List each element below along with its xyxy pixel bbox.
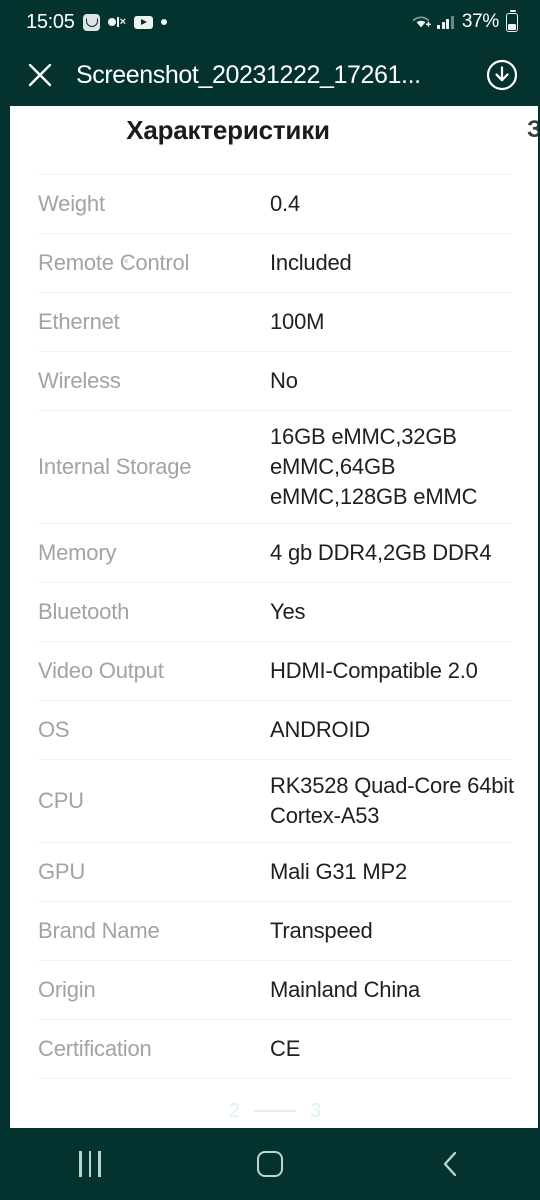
spec-label: Video Output	[38, 657, 164, 683]
spec-value: Included	[270, 250, 352, 276]
system-navigation-bar	[0, 1128, 540, 1200]
specifications-table: Weight 0.4 Remote Control Included Ether…	[10, 174, 538, 1078]
spec-label: Ethernet	[38, 309, 120, 335]
table-row: Remote Control Included	[38, 233, 512, 292]
spec-value: RK3528 Quad-Core 64bit Cortex-A53	[270, 772, 514, 828]
spec-label: Wireless	[38, 368, 121, 394]
table-row: Origin Mainland China	[38, 959, 512, 1019]
spec-value: CE	[270, 1035, 301, 1061]
table-row: GPU Mali G31 MP2	[38, 841, 512, 901]
spec-value: 0.4	[270, 191, 300, 217]
status-bar-left: 15:05 ×	[26, 11, 167, 34]
kakaotalk-mute-icon: ×	[107, 16, 126, 28]
pagination: 2 3	[38, 1077, 512, 1128]
page-title: Характеристики	[126, 115, 330, 145]
image-viewport[interactable]: Характеристики З Weight 0.4 Remote Contr…	[0, 106, 540, 1128]
spec-label: Certification	[38, 1035, 152, 1061]
spec-value: Mali G31 MP2	[270, 858, 407, 884]
pagination-divider	[254, 1110, 296, 1113]
spec-label: Brand Name	[38, 917, 160, 943]
clipped-edge-glyph: З	[526, 116, 538, 143]
recents-button[interactable]	[0, 1128, 180, 1200]
table-row: Weight 0.4	[38, 174, 512, 233]
spec-label: GPU	[38, 858, 86, 884]
pagination-next-page[interactable]: 3	[310, 1101, 321, 1121]
recents-icon	[79, 1151, 101, 1177]
wifi-icon	[411, 14, 432, 30]
messages-icon	[82, 13, 100, 31]
spec-value: No	[270, 368, 298, 394]
spec-label: CPU	[38, 787, 84, 813]
back-button[interactable]	[360, 1128, 540, 1200]
spec-label: OS	[38, 716, 70, 742]
status-bar-right: 37%	[411, 9, 518, 33]
spec-value: ANDROID	[270, 716, 371, 742]
table-row: Ethernet 100M	[38, 292, 512, 351]
table-row: Brand Name Transpeed	[38, 900, 512, 960]
spec-value: HDMI-Compatible 2.0	[270, 657, 478, 683]
close-button[interactable]	[20, 55, 60, 95]
spec-value: 4 gb DDR4,2GB DDR4	[270, 539, 492, 565]
spec-value: 16GB eMMC,32GB eMMC,64GB eMMC,128GB eMMC	[270, 424, 478, 509]
download-circle-icon	[485, 58, 519, 92]
spec-label: Memory	[38, 539, 117, 565]
youtube-icon	[134, 15, 153, 29]
spec-label: Weight	[38, 191, 105, 217]
status-bar: 15:05 × 37%	[0, 0, 540, 44]
spec-value: 100M	[270, 309, 325, 335]
table-row: Memory 4 gb DDR4,2GB DDR4	[38, 522, 512, 582]
table-row: OS ANDROID	[38, 699, 512, 759]
spec-label: Internal Storage	[38, 454, 192, 480]
app-bar-title: Screenshot_20231222_17261...	[76, 61, 421, 90]
spec-value: Mainland China	[270, 976, 421, 1002]
battery-percent: 37%	[461, 11, 499, 32]
download-button[interactable]	[482, 55, 522, 95]
spec-label: Remote Control	[38, 250, 190, 276]
spec-value: Transpeed	[270, 917, 373, 943]
pagination-prev-page[interactable]: 2	[229, 1101, 240, 1121]
table-row: Video Output HDMI-Compatible 2.0	[38, 640, 512, 700]
table-row: Wireless No	[38, 351, 512, 410]
clipped-row-artifact	[124, 259, 128, 263]
status-time: 15:05	[26, 10, 75, 33]
spec-value: Yes	[270, 598, 306, 624]
home-button[interactable]	[180, 1128, 360, 1200]
spec-label: Origin	[38, 976, 96, 1002]
notification-dot-icon	[161, 19, 167, 25]
table-row: Certification CE	[38, 1018, 512, 1078]
close-icon	[25, 60, 55, 90]
table-row: Internal Storage 16GB eMMC,32GB eMMC,64G…	[38, 410, 512, 523]
back-icon	[439, 1149, 461, 1179]
app-bar: Screenshot_20231222_17261...	[0, 44, 540, 106]
spec-label: Bluetooth	[38, 598, 130, 624]
signal-icon	[437, 15, 454, 29]
home-icon	[257, 1151, 283, 1177]
phone-screen: 15:05 × 37% Screenshot_20231222_17261...…	[0, 0, 540, 1200]
battery-icon	[506, 9, 518, 32]
table-row: CPU RK3528 Quad-Core 64bit Cortex-A53	[38, 758, 514, 842]
table-row: Bluetooth Yes	[38, 581, 512, 641]
screenshot-page: Характеристики З Weight 0.4 Remote Contr…	[10, 106, 538, 1128]
